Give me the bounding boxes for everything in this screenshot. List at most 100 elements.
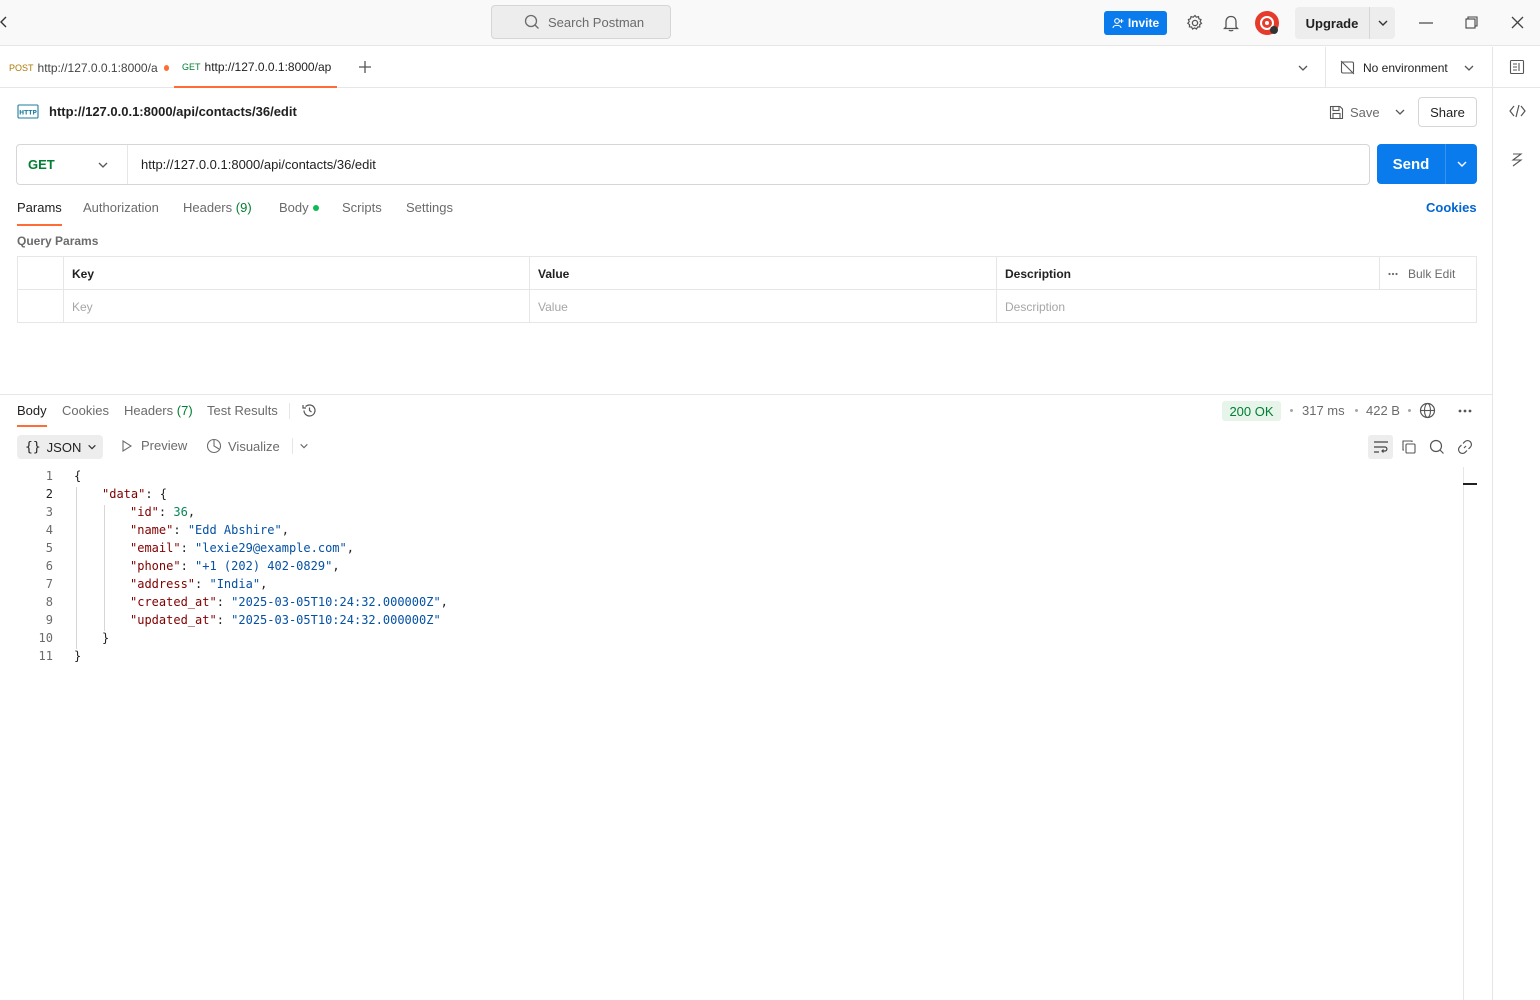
- share-button[interactable]: Share: [1418, 97, 1477, 127]
- method-select[interactable]: GET: [17, 145, 128, 184]
- search-icon: [524, 14, 540, 30]
- environment-label: No environment: [1363, 60, 1448, 75]
- preview-label: Preview: [141, 438, 188, 453]
- params-table: Key Value Description Bulk Edit Key Valu…: [17, 256, 1477, 323]
- avatar[interactable]: [1255, 11, 1279, 35]
- restore-icon[interactable]: [1465, 16, 1478, 29]
- format-select[interactable]: {} JSON: [17, 435, 103, 459]
- line-number: 11: [38, 649, 53, 663]
- code-line: "email": "lexie29@example.com",: [130, 541, 354, 555]
- upgrade-button[interactable]: Upgrade: [1295, 7, 1395, 39]
- count-badge: (7): [176, 403, 193, 418]
- search-icon[interactable]: [1429, 439, 1445, 455]
- related-collections-icon[interactable]: [1511, 152, 1523, 168]
- line-number: 3: [45, 505, 53, 519]
- tab-post-request[interactable]: POST http://127.0.0.1:8000/a: [9, 47, 169, 88]
- visualize-button[interactable]: Visualize: [206, 438, 309, 454]
- tab-params[interactable]: Params: [17, 200, 62, 226]
- count-badge: (9): [235, 200, 252, 215]
- vertical-scrollbar[interactable]: [1463, 467, 1464, 1000]
- method-label: GET: [28, 157, 55, 172]
- tab-get-request[interactable]: GET http://127.0.0.1:8000/ap: [174, 47, 337, 88]
- tab-response-cookies[interactable]: Cookies: [62, 403, 109, 427]
- tab-label: Headers: [124, 403, 174, 418]
- history-icon[interactable]: [301, 402, 318, 419]
- code-line: "address": "India",: [130, 577, 268, 591]
- more-icon[interactable]: [1458, 409, 1472, 413]
- save-icon: [1329, 105, 1344, 120]
- plus-icon[interactable]: [358, 60, 372, 74]
- url-input[interactable]: [128, 157, 1328, 172]
- table-row: Key Value Description: [18, 290, 1476, 323]
- invite-button[interactable]: Invite: [1104, 11, 1167, 35]
- invite-label: Invite: [1127, 16, 1160, 30]
- status-badge[interactable]: 200 OK: [1222, 401, 1281, 421]
- tab-headers[interactable]: Headers (9): [183, 200, 252, 226]
- code-line: "updated_at": "2025-03-05T10:24:32.00000…: [130, 613, 441, 627]
- chevron-down-icon[interactable]: [1394, 106, 1406, 118]
- tab-test-results[interactable]: Test Results: [207, 403, 278, 427]
- back-icon[interactable]: [0, 14, 8, 30]
- json-value-name: "Edd Abshire": [187, 523, 282, 537]
- tab-label: Headers: [183, 200, 233, 215]
- chevron-down-icon[interactable]: [1377, 17, 1389, 29]
- search-input[interactable]: Search Postman: [491, 5, 671, 39]
- gear-icon[interactable]: [1186, 14, 1204, 32]
- code-icon[interactable]: [1509, 104, 1526, 118]
- add-user-icon: [1112, 17, 1124, 29]
- tab-authorization[interactable]: Authorization: [83, 200, 159, 226]
- key-input[interactable]: Key: [63, 290, 529, 323]
- svg-text:HTTP: HTTP: [19, 110, 37, 117]
- http-icon: HTTP: [17, 102, 39, 122]
- tab-response-headers[interactable]: Headers (7): [124, 403, 193, 427]
- json-value-address: "India": [209, 577, 261, 591]
- chevron-down-icon[interactable]: [299, 441, 309, 451]
- tab-settings[interactable]: Settings: [406, 200, 453, 226]
- chevron-down-icon[interactable]: [1446, 144, 1477, 184]
- response-divider[interactable]: [0, 394, 1492, 395]
- chevron-down-icon[interactable]: [1297, 62, 1309, 74]
- description-input[interactable]: Description: [996, 290, 1476, 323]
- save-button[interactable]: Save: [1322, 97, 1412, 127]
- code-line: "created_at": "2025-03-05T10:24:32.00000…: [130, 595, 448, 609]
- copy-icon[interactable]: [1401, 439, 1417, 455]
- body-indicator-dot: [312, 205, 319, 211]
- column-header-key: Key: [63, 257, 529, 290]
- code-line: }: [74, 649, 82, 663]
- right-sidebar: [1492, 88, 1540, 1000]
- wrap-icon: [1373, 440, 1389, 454]
- tab-response-body[interactable]: Body: [17, 403, 47, 427]
- tab-body[interactable]: Body: [279, 200, 319, 226]
- globe-icon[interactable]: [1419, 402, 1436, 419]
- environment-selector[interactable]: No environment: [1325, 47, 1485, 88]
- wrap-lines-button[interactable]: [1368, 435, 1393, 459]
- close-icon[interactable]: [1511, 16, 1524, 29]
- play-icon: [121, 439, 133, 452]
- response-time[interactable]: 317 ms: [1302, 403, 1345, 418]
- table-header-row: Key Value Description Bulk Edit: [18, 257, 1476, 290]
- bulk-edit-button[interactable]: Bulk Edit: [1379, 257, 1476, 290]
- preview-button[interactable]: Preview: [121, 438, 187, 453]
- save-label: Save: [1350, 104, 1380, 120]
- bell-icon[interactable]: [1223, 14, 1239, 32]
- environment-quick-look-icon[interactable]: [1509, 59, 1525, 75]
- request-title[interactable]: http://127.0.0.1:8000/api/contacts/36/ed…: [49, 104, 297, 119]
- request-tabs-bar: POST http://127.0.0.1:8000/a GET http://…: [0, 47, 1540, 88]
- send-button[interactable]: Send: [1377, 144, 1477, 184]
- line-number: 10: [38, 631, 53, 645]
- chevron-down-icon: [97, 159, 109, 171]
- minimize-icon[interactable]: [1419, 22, 1433, 24]
- json-value-phone: "+1 (202) 402-0829": [195, 559, 333, 573]
- tab-scripts[interactable]: Scripts: [342, 200, 382, 226]
- json-value-email: "lexie29@example.com": [195, 541, 347, 555]
- response-size[interactable]: 422 B: [1366, 403, 1400, 418]
- json-value-created-at: "2025-03-05T10:24:32.000000Z": [231, 595, 441, 609]
- tab-method: GET: [182, 61, 201, 72]
- code-line: "phone": "+1 (202) 402-0829",: [130, 559, 340, 573]
- cookies-link[interactable]: Cookies: [1426, 200, 1477, 215]
- tab-url: http://127.0.0.1:8000/ap: [204, 59, 332, 74]
- checkbox-column: [18, 257, 63, 290]
- value-input[interactable]: Value: [529, 290, 996, 323]
- scroll-position-marker: [1463, 483, 1477, 485]
- link-icon[interactable]: [1457, 439, 1473, 455]
